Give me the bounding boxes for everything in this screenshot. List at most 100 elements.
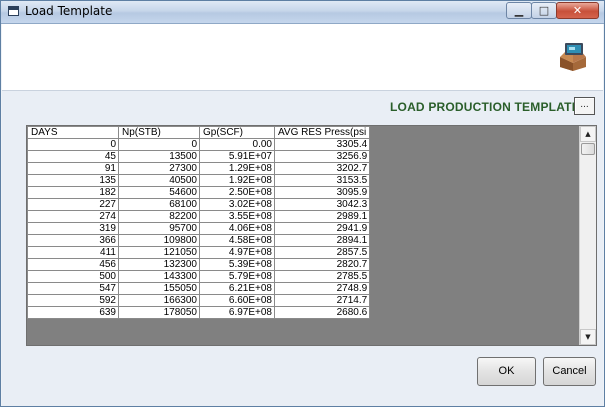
cell-days[interactable]: 456 <box>27 258 119 271</box>
cell-avg-res-press[interactable]: 3042.3 <box>273 198 371 211</box>
cell-days[interactable]: 274 <box>27 210 119 223</box>
cell-gp[interactable]: 2.50E+08 <box>199 186 275 199</box>
cell-gp[interactable]: 6.21E+08 <box>199 282 275 295</box>
cell-np[interactable]: 27300 <box>118 162 200 175</box>
cell-days[interactable]: 45 <box>27 150 119 163</box>
vertical-scrollbar[interactable]: ▲ ▼ <box>579 126 596 345</box>
table-row[interactable]: 45 13500 5.91E+07 3256.9 <box>27 150 371 163</box>
maximize-button[interactable]: □ <box>531 2 557 19</box>
scroll-up-arrow-icon[interactable]: ▲ <box>580 126 596 142</box>
cell-np[interactable]: 0 <box>118 138 200 151</box>
column-header-days[interactable]: DAYS <box>27 126 119 139</box>
cell-avg-res-press[interactable]: 3202.7 <box>273 162 371 175</box>
cell-np[interactable]: 95700 <box>118 222 200 235</box>
cell-days[interactable]: 182 <box>27 186 119 199</box>
cell-gp[interactable]: 5.39E+08 <box>199 258 275 271</box>
cell-gp[interactable]: 5.79E+08 <box>199 270 275 283</box>
caption-buttons: ▁ □ ✕ <box>506 2 599 19</box>
table-row[interactable]: 639 178050 6.97E+08 2680.6 <box>27 306 371 319</box>
cell-days[interactable]: 547 <box>27 282 119 295</box>
cell-avg-res-press[interactable]: 2989.1 <box>273 210 371 223</box>
cell-np[interactable]: 54600 <box>118 186 200 199</box>
cell-days[interactable]: 0 <box>27 138 119 151</box>
table-row[interactable]: 592 166300 6.60E+08 2714.7 <box>27 294 371 307</box>
cell-avg-res-press[interactable]: 2680.6 <box>273 306 371 319</box>
production-data-table: DAYS Np(STB) Gp(SCF) AVG RES Press(psi 0… <box>27 126 371 319</box>
cell-gp[interactable]: 0.00 <box>199 138 275 151</box>
cell-avg-res-press[interactable]: 2714.7 <box>273 294 371 307</box>
header-panel <box>2 24 603 91</box>
cell-np[interactable]: 143300 <box>118 270 200 283</box>
table-row[interactable]: 274 82200 3.55E+08 2989.1 <box>27 210 371 223</box>
table-row[interactable]: 91 27300 1.29E+08 3202.7 <box>27 162 371 175</box>
table-row[interactable]: 0 0 0.00 3305.4 <box>27 138 371 151</box>
cell-days[interactable]: 91 <box>27 162 119 175</box>
table-row[interactable]: 366 109800 4.58E+08 2894.1 <box>27 234 371 247</box>
title-bar[interactable]: Load Template ▁ □ ✕ <box>1 1 604 24</box>
cell-gp[interactable]: 1.29E+08 <box>199 162 275 175</box>
cell-gp[interactable]: 6.97E+08 <box>199 306 275 319</box>
table-row[interactable]: 547 155050 6.21E+08 2748.9 <box>27 282 371 295</box>
cell-gp[interactable]: 3.02E+08 <box>199 198 275 211</box>
column-header-np[interactable]: Np(STB) <box>118 126 200 139</box>
cell-days[interactable]: 319 <box>27 222 119 235</box>
cell-gp[interactable]: 4.97E+08 <box>199 246 275 259</box>
cancel-button[interactable]: Cancel <box>543 357 596 386</box>
computer-box-icon <box>560 43 586 71</box>
cell-avg-res-press[interactable]: 3095.9 <box>273 186 371 199</box>
cell-avg-res-press[interactable]: 3153.5 <box>273 174 371 187</box>
window-title: Load Template <box>25 4 113 18</box>
cell-np[interactable]: 40500 <box>118 174 200 187</box>
table-row[interactable]: 411 121050 4.97E+08 2857.5 <box>27 246 371 259</box>
cell-np[interactable]: 166300 <box>118 294 200 307</box>
table-row[interactable]: 500 143300 5.79E+08 2785.5 <box>27 270 371 283</box>
cell-days[interactable]: 366 <box>27 234 119 247</box>
load-template-window: Load Template ▁ □ ✕ LOAD PRODUCTION TEMP… <box>0 0 605 407</box>
table-row[interactable]: 182 54600 2.50E+08 3095.9 <box>27 186 371 199</box>
scrollbar-thumb[interactable] <box>581 143 595 155</box>
column-header-avg-res-press[interactable]: AVG RES Press(psi <box>273 126 371 139</box>
cell-days[interactable]: 411 <box>27 246 119 259</box>
load-production-template-label: LOAD PRODUCTION TEMPLATE <box>390 100 580 114</box>
cell-avg-res-press[interactable]: 2857.5 <box>273 246 371 259</box>
cell-np[interactable]: 109800 <box>118 234 200 247</box>
cell-np[interactable]: 178050 <box>118 306 200 319</box>
cell-days[interactable]: 592 <box>27 294 119 307</box>
cell-days[interactable]: 227 <box>27 198 119 211</box>
browse-template-button[interactable]: ... <box>574 97 595 115</box>
minimize-button[interactable]: ▁ <box>506 2 532 19</box>
cell-avg-res-press[interactable]: 2748.9 <box>273 282 371 295</box>
ok-button[interactable]: OK <box>477 357 536 386</box>
cell-avg-res-press[interactable]: 2941.9 <box>273 222 371 235</box>
cell-gp[interactable]: 4.06E+08 <box>199 222 275 235</box>
production-data-grid[interactable]: DAYS Np(STB) Gp(SCF) AVG RES Press(psi 0… <box>26 125 597 346</box>
cell-days[interactable]: 500 <box>27 270 119 283</box>
cell-np[interactable]: 13500 <box>118 150 200 163</box>
cell-np[interactable]: 68100 <box>118 198 200 211</box>
cell-days[interactable]: 639 <box>27 306 119 319</box>
cell-gp[interactable]: 1.92E+08 <box>199 174 275 187</box>
cell-np[interactable]: 82200 <box>118 210 200 223</box>
cell-avg-res-press[interactable]: 2894.1 <box>273 234 371 247</box>
close-button[interactable]: ✕ <box>556 2 599 19</box>
cell-np[interactable]: 121050 <box>118 246 200 259</box>
window-app-icon <box>8 6 19 16</box>
cell-np[interactable]: 155050 <box>118 282 200 295</box>
column-header-gp[interactable]: Gp(SCF) <box>199 126 275 139</box>
cell-avg-res-press[interactable]: 3305.4 <box>273 138 371 151</box>
cell-gp[interactable]: 6.60E+08 <box>199 294 275 307</box>
cell-avg-res-press[interactable]: 2820.7 <box>273 258 371 271</box>
cell-gp[interactable]: 4.58E+08 <box>199 234 275 247</box>
table-row[interactable]: 227 68100 3.02E+08 3042.3 <box>27 198 371 211</box>
table-row[interactable]: 456 132300 5.39E+08 2820.7 <box>27 258 371 271</box>
cell-np[interactable]: 132300 <box>118 258 200 271</box>
scroll-down-arrow-icon[interactable]: ▼ <box>580 329 596 345</box>
table-row[interactable]: 319 95700 4.06E+08 2941.9 <box>27 222 371 235</box>
cell-gp[interactable]: 5.91E+07 <box>199 150 275 163</box>
cell-days[interactable]: 135 <box>27 174 119 187</box>
cell-avg-res-press[interactable]: 2785.5 <box>273 270 371 283</box>
cell-avg-res-press[interactable]: 3256.9 <box>273 150 371 163</box>
cell-gp[interactable]: 3.55E+08 <box>199 210 275 223</box>
table-row[interactable]: 135 40500 1.92E+08 3153.5 <box>27 174 371 187</box>
grid-header-row: DAYS Np(STB) Gp(SCF) AVG RES Press(psi <box>27 126 371 139</box>
